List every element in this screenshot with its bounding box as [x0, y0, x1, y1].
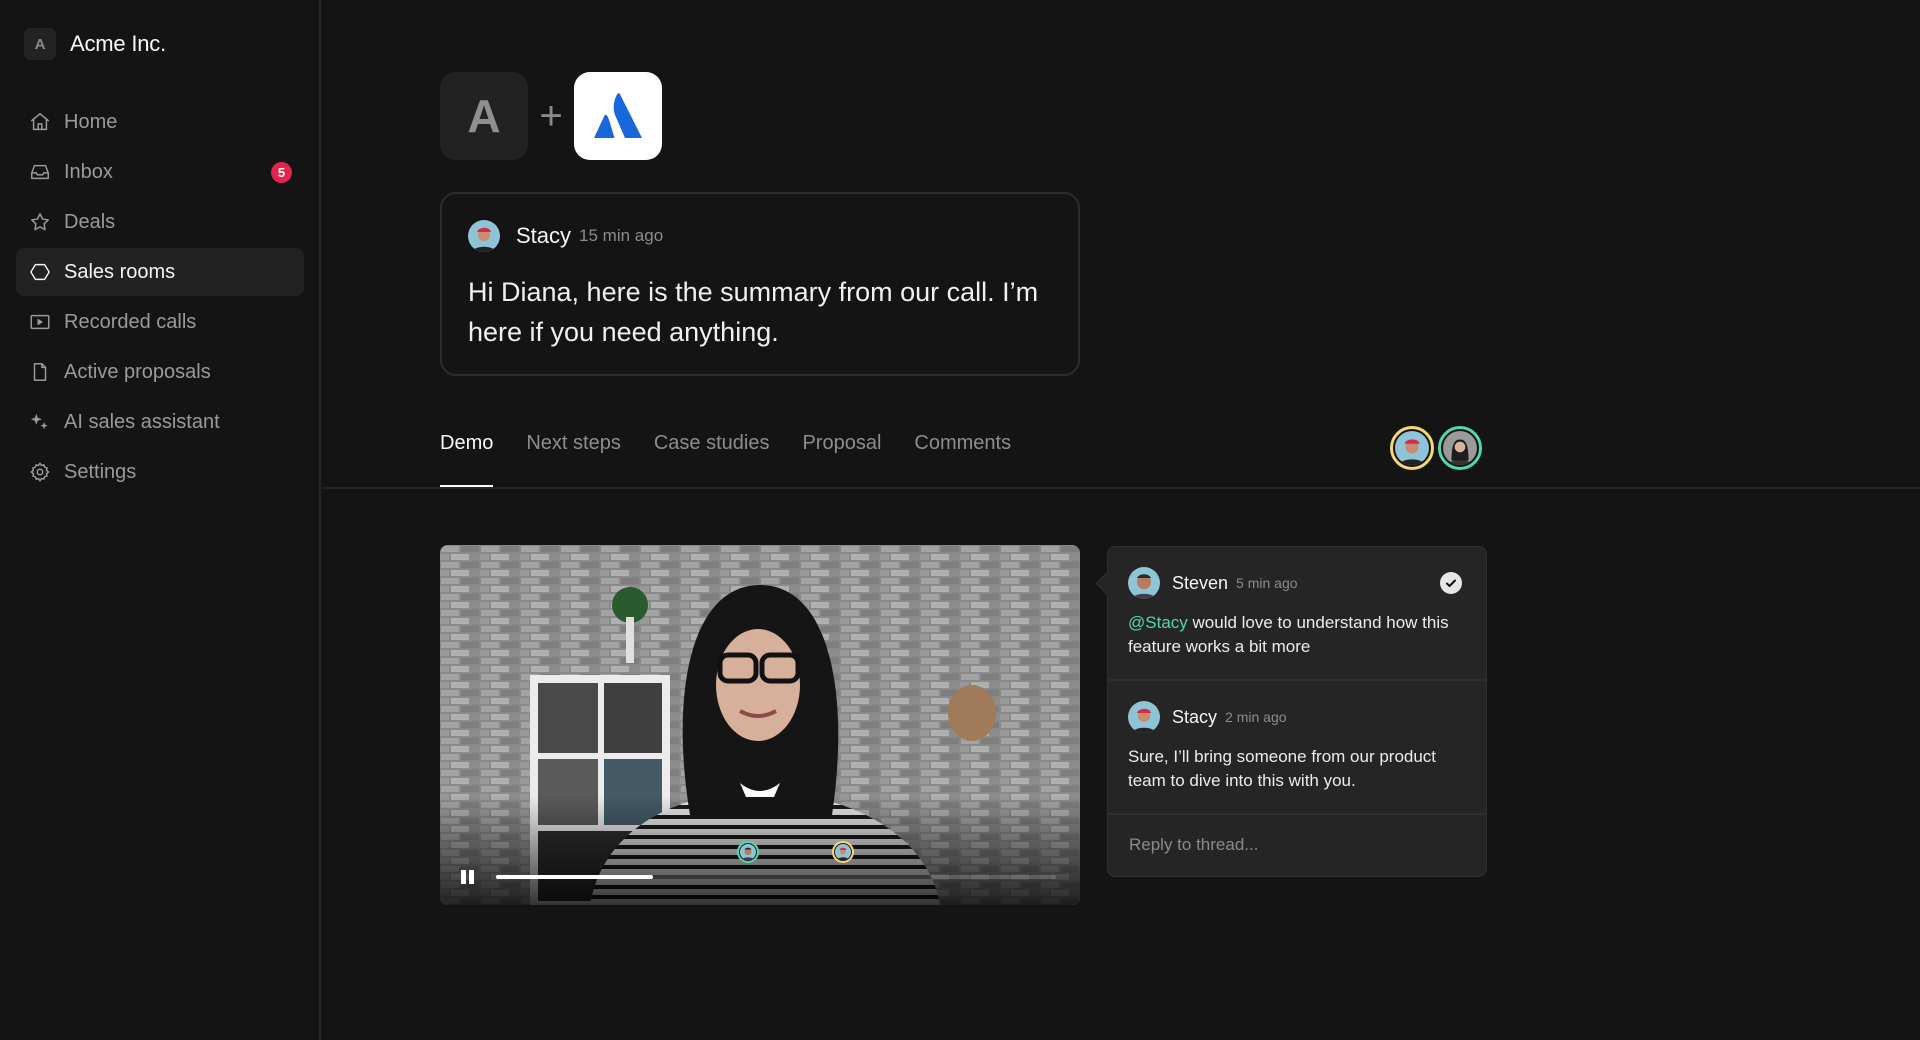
comment-author: Steven	[1172, 572, 1229, 593]
atlassian-logo	[574, 72, 662, 160]
sidebar-item-label: Settings	[64, 460, 137, 483]
gear-icon	[28, 460, 52, 484]
sidebar-item-active-proposals[interactable]: Active proposals	[16, 348, 304, 396]
video-icon	[28, 310, 52, 334]
workspace-name: Acme Inc.	[70, 31, 167, 56]
star-icon	[28, 210, 52, 234]
sidebar-nav: Home Inbox 5 Deals Sales rooms Recorded …	[16, 98, 304, 498]
atlassian-logo-right-mark	[613, 93, 642, 138]
partnership-logos: A +	[440, 72, 662, 160]
message-timestamp: 15 min ago	[579, 226, 664, 245]
video-controls-overlay	[440, 795, 1080, 905]
pause-icon-bar	[469, 870, 474, 884]
sidebar: A Acme Inc. Home Inbox 5 Deals Sales roo…	[0, 0, 321, 1040]
resolve-thread-button[interactable]	[1440, 572, 1462, 594]
sidebar-item-label: Home	[64, 110, 118, 133]
avatar-stacy	[468, 220, 500, 252]
sparkles-icon	[28, 410, 52, 434]
message-author: Stacy	[516, 223, 572, 248]
atlassian-logo-left-mark	[594, 114, 615, 138]
workspace-logo: A	[24, 28, 56, 60]
comment-author: Stacy	[1172, 706, 1218, 727]
home-icon	[28, 110, 52, 134]
reply-input[interactable]: Reply to thread...	[1108, 815, 1486, 875]
video-progress-bar[interactable]	[496, 875, 1056, 879]
comment-body: @Stacy would love to understand how this…	[1128, 611, 1466, 659]
video-progress-fill	[496, 875, 653, 879]
sidebar-item-recorded-calls[interactable]: Recorded calls	[16, 298, 304, 346]
participants	[1390, 426, 1486, 470]
sidebar-item-label: AI sales assistant	[64, 410, 220, 433]
tab-comments[interactable]: Comments	[914, 432, 1011, 488]
mention-link[interactable]: @Stacy	[1128, 613, 1188, 632]
check-icon	[1446, 579, 1456, 587]
room-tabs: Demo Next steps Case studies Proposal Co…	[440, 432, 1044, 488]
comment-body: Sure, I’ll bring someone from our produc…	[1128, 747, 1437, 790]
participant-avatar-diana[interactable]	[1438, 426, 1482, 470]
tab-demo[interactable]: Demo	[440, 432, 494, 488]
sidebar-item-label: Recorded calls	[64, 310, 197, 333]
tab-next-steps[interactable]: Next steps	[526, 432, 620, 488]
avatar-steven	[1128, 567, 1160, 599]
sidebar-item-label: Deals	[64, 210, 116, 233]
avatar-stacy	[1128, 701, 1160, 733]
participant-avatar-stacy[interactable]	[1390, 426, 1434, 470]
tab-case-studies[interactable]: Case studies	[654, 432, 770, 488]
sidebar-item-deals[interactable]: Deals	[16, 198, 304, 246]
company-logo: A	[440, 72, 528, 160]
pause-icon-bar	[461, 870, 466, 884]
comment-marker-steven[interactable]	[737, 841, 759, 863]
tab-proposal[interactable]: Proposal	[802, 432, 881, 488]
comment-timestamp: 5 min ago	[1236, 575, 1298, 591]
welcome-message-card: Stacy 15 min ago Hi Diana, here is the s…	[440, 192, 1080, 376]
sidebar-item-ai-sales-assistant[interactable]: AI sales assistant	[16, 398, 304, 446]
file-icon	[28, 360, 52, 384]
workspace-switcher[interactable]: A Acme Inc.	[24, 28, 166, 60]
sidebar-item-label: Active proposals	[64, 360, 211, 383]
tabs-divider	[322, 487, 1920, 489]
sidebar-item-sales-rooms[interactable]: Sales rooms	[16, 248, 304, 296]
comment: Steven 5 min ago @Stacy would love to un…	[1108, 547, 1486, 681]
sidebar-item-label: Sales rooms	[64, 260, 176, 283]
comment-thread: Steven 5 min ago @Stacy would love to un…	[1107, 546, 1487, 877]
inbox-icon	[28, 160, 52, 184]
demo-video-player[interactable]	[440, 545, 1080, 905]
pause-button[interactable]	[460, 869, 476, 885]
sidebar-item-label: Inbox	[64, 160, 113, 183]
hexagon-icon	[28, 260, 52, 284]
sidebar-item-inbox[interactable]: Inbox 5	[16, 148, 304, 196]
comment-timestamp: 2 min ago	[1225, 709, 1287, 725]
sidebar-item-settings[interactable]: Settings	[16, 448, 304, 496]
sidebar-item-home[interactable]: Home	[16, 98, 304, 146]
unread-badge: 5	[271, 162, 292, 183]
message-body: Hi Diana, here is the summary from our c…	[468, 277, 1039, 347]
plus-icon: +	[539, 93, 563, 138]
comment: Stacy 2 min ago Sure, I’ll bring someone…	[1108, 681, 1486, 815]
